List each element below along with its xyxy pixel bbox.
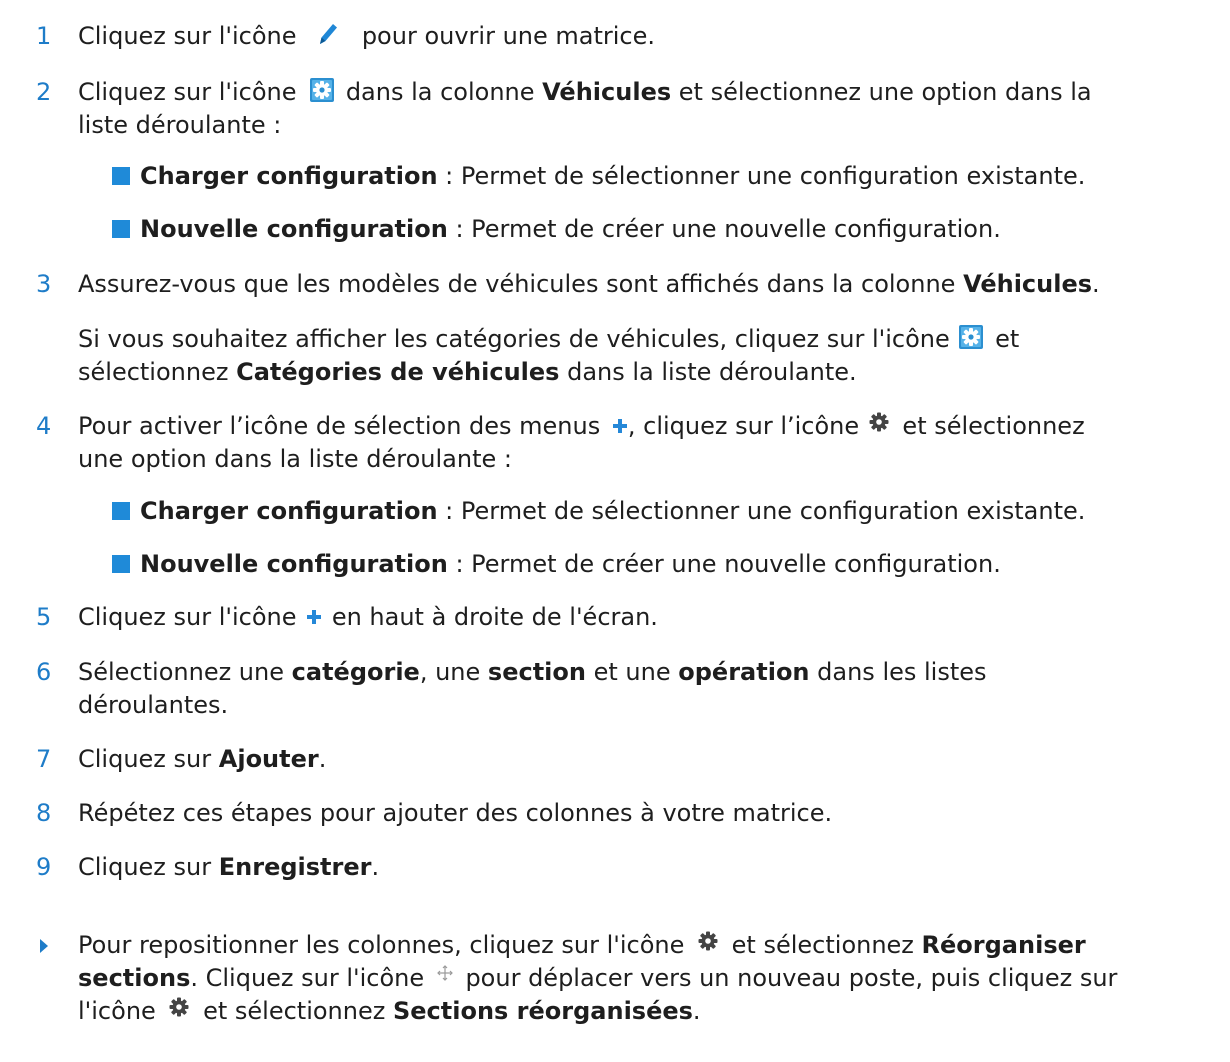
option-name: Sections réorganisées xyxy=(392,997,693,1025)
bullet-square xyxy=(112,220,130,238)
gear-icon xyxy=(869,412,889,432)
step-number: 3 xyxy=(36,270,52,298)
field-name: catégorie xyxy=(291,658,420,686)
step-text: pour ouvrir une matrice. xyxy=(361,22,656,50)
option-name: Charger configuration xyxy=(140,497,438,525)
button-name: Enregistrer xyxy=(218,853,372,881)
step-text: et sélectionnez une option dans la xyxy=(678,78,1092,106)
option-name: sections xyxy=(78,964,191,992)
column-name: Véhicules xyxy=(963,270,1093,298)
step-number: 1 xyxy=(36,22,52,50)
step-text: déroulantes. xyxy=(78,691,229,719)
step-text: Cliquez sur l'icône xyxy=(78,78,297,106)
bullet-square xyxy=(112,167,130,185)
step-text: une option dans la liste déroulante : xyxy=(78,445,512,473)
step-text: Cliquez sur l'icône xyxy=(78,603,297,631)
step-number: 7 xyxy=(36,745,52,773)
option-name: Charger configuration xyxy=(140,162,438,190)
step-number: 5 xyxy=(36,603,52,631)
step-text: dans la colonne xyxy=(345,78,535,106)
step-text: et sélectionnez xyxy=(902,412,1085,440)
option-description: : Permet de créer une nouvelle configura… xyxy=(447,215,1001,243)
bullet-square xyxy=(112,502,130,520)
step-text: en haut à droite de l'écran. xyxy=(331,603,658,631)
option-description: : Permet de sélectionner une configurati… xyxy=(437,162,1086,190)
gear-icon xyxy=(169,997,189,1017)
plus-icon xyxy=(306,609,322,625)
step-text: Répétez ces étapes pour ajouter des colo… xyxy=(78,799,833,827)
option-name: Nouvelle configuration xyxy=(140,550,448,578)
option-name: Catégories de véhicules xyxy=(236,358,560,386)
step-number: 2 xyxy=(36,78,52,106)
field-name: opération xyxy=(678,658,810,686)
field-name: section xyxy=(487,658,586,686)
option-description: : Permet de créer une nouvelle configura… xyxy=(447,550,1001,578)
step-text: Pour activer l’icône de sélection des me… xyxy=(78,412,601,440)
step-text: Assurez-vous que les modèles de véhicule… xyxy=(78,270,956,298)
option-description: : Permet de sélectionner une configurati… xyxy=(437,497,1086,525)
step-text: Si vous souhaitez afficher les catégorie… xyxy=(78,325,950,353)
column-name: Véhicules xyxy=(542,78,672,106)
page: { "steps": { "s1": {"n": "1", "a": "Cliq… xyxy=(0,0,1230,1062)
plus-icon xyxy=(612,418,628,434)
step-text: liste déroulante : xyxy=(78,111,282,139)
triangle-bullet-icon xyxy=(40,939,48,953)
gear-icon xyxy=(698,931,718,951)
option-name: Réorganiser xyxy=(921,931,1086,959)
move-icon xyxy=(436,965,453,981)
step-number: 8 xyxy=(36,799,52,827)
step-number: 9 xyxy=(36,853,52,881)
bullet-square xyxy=(112,555,130,573)
step-text: Cliquez sur l'icône xyxy=(78,22,297,50)
button-name: Ajouter xyxy=(218,745,319,773)
step-number: 6 xyxy=(36,658,52,686)
settings-square-icon xyxy=(959,325,983,349)
option-name: Nouvelle configuration xyxy=(140,215,448,243)
settings-square-icon xyxy=(310,78,334,102)
pencil-icon xyxy=(320,24,338,44)
step-text: et xyxy=(995,325,1020,353)
step-number: 4 xyxy=(36,412,52,440)
